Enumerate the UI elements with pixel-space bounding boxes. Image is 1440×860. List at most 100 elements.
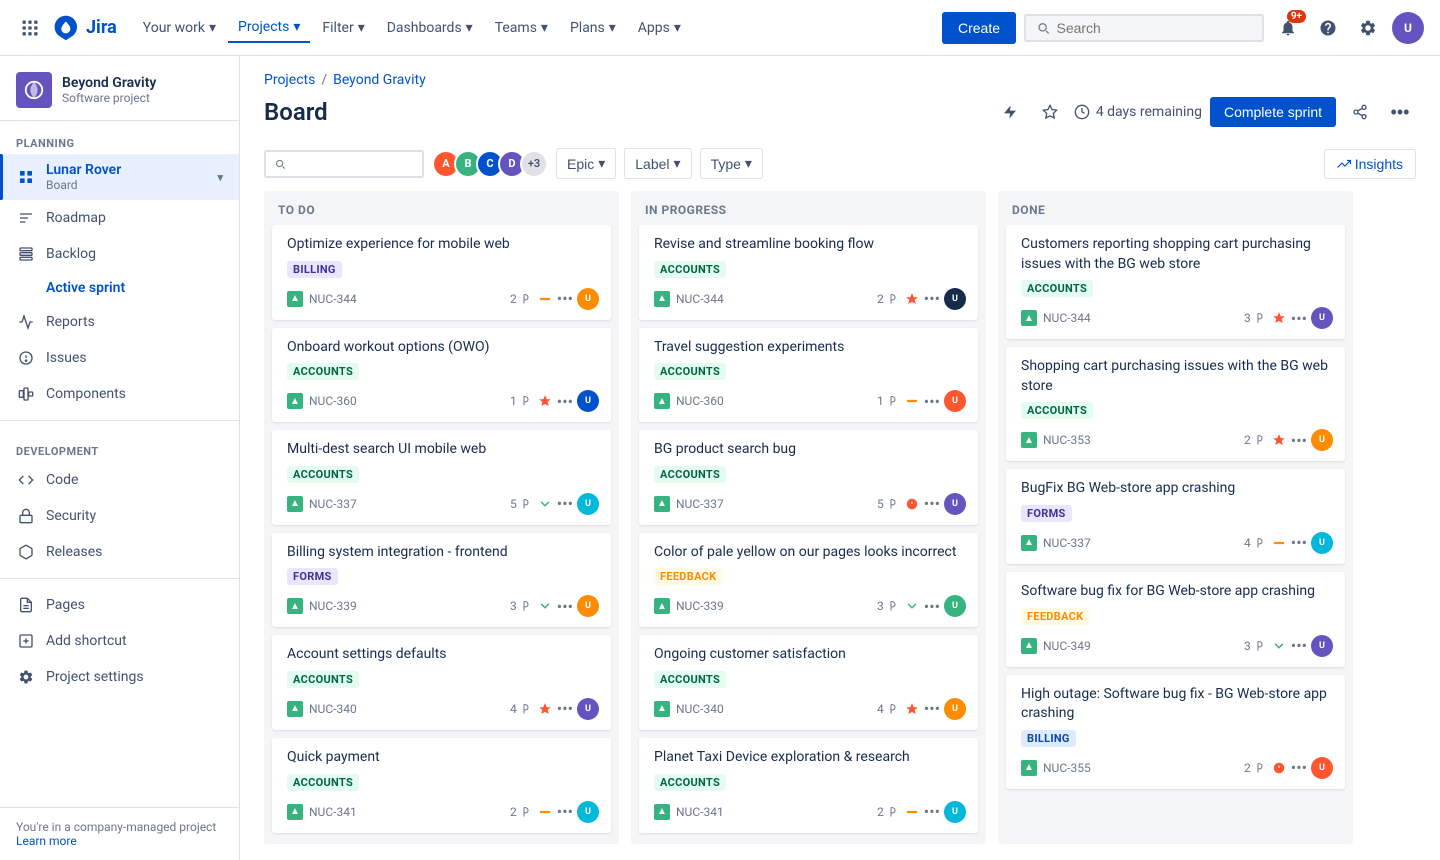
card-avatar: U — [1311, 429, 1333, 451]
sidebar-item-active-sprint[interactable]: Active sprint — [0, 272, 239, 304]
board-card[interactable]: Shopping cart purchasing issues with the… — [1006, 347, 1345, 461]
board-search-input[interactable] — [290, 156, 414, 172]
board-card[interactable]: Quick payment ACCOUNTS ▲ NUC-341 2 ••• U — [272, 738, 611, 833]
sidebar-item-reports[interactable]: Reports — [0, 304, 239, 340]
card-meta: 4 ••• U — [510, 698, 599, 720]
card-more-options[interactable]: ••• — [924, 597, 940, 616]
card-title: Customers reporting shopping cart purcha… — [1021, 235, 1333, 274]
board-card[interactable]: Travel suggestion experiments ACCOUNTS ▲… — [639, 328, 978, 423]
notification-count: 9+ — [1287, 10, 1306, 23]
card-more-options[interactable]: ••• — [557, 494, 573, 513]
sidebar-project[interactable]: Beyond Gravity Software project — [0, 56, 239, 121]
create-button[interactable]: Create — [942, 12, 1016, 44]
help-button[interactable] — [1312, 12, 1344, 44]
sidebar-item-add-shortcut[interactable]: Add shortcut — [0, 623, 239, 659]
nav-your-work[interactable]: Your work ▾ — [133, 14, 226, 42]
avatar-more[interactable]: +3 — [520, 150, 548, 178]
type-filter[interactable]: Type ▾ — [700, 148, 763, 179]
sidebar-item-lunar-rover[interactable]: Lunar Rover Board ▾ — [0, 154, 239, 200]
card-footer: ▲ NUC-353 2 ••• U — [1021, 429, 1333, 451]
column-header-inprogress: IN PROGRESS — [631, 191, 986, 225]
card-more-options[interactable]: ••• — [924, 699, 940, 718]
board-card[interactable]: Customers reporting shopping cart purcha… — [1006, 225, 1345, 339]
sidebar-item-components[interactable]: Components — [0, 376, 239, 412]
share-button[interactable] — [1344, 96, 1376, 128]
board-card[interactable]: Optimize experience for mobile web BILLI… — [272, 225, 611, 320]
board-card[interactable]: BugFix BG Web-store app crashing FORMS ▲… — [1006, 469, 1345, 564]
card-more-options[interactable]: ••• — [924, 494, 940, 513]
insights-button[interactable]: Insights — [1324, 149, 1416, 179]
board-card[interactable]: Billing system integration - frontend FO… — [272, 533, 611, 628]
board-search[interactable] — [264, 150, 424, 178]
learn-more-link[interactable]: Learn more — [16, 834, 77, 848]
card-more-options[interactable]: ••• — [924, 392, 940, 411]
board-card[interactable]: Color of pale yellow on our pages looks … — [639, 533, 978, 628]
card-more-options[interactable]: ••• — [1291, 533, 1307, 552]
branch-icon — [888, 395, 900, 407]
card-more-options[interactable]: ••• — [924, 802, 940, 821]
card-more-options[interactable]: ••• — [1291, 431, 1307, 450]
nav-filter[interactable]: Filter ▾ — [312, 14, 374, 42]
grid-icon[interactable] — [16, 14, 44, 42]
breadcrumb-beyond-gravity-link[interactable]: Beyond Gravity — [333, 72, 426, 88]
lightning-button[interactable] — [994, 96, 1026, 128]
card-more-options[interactable]: ••• — [924, 289, 940, 308]
card-meta: 2 ••• U — [877, 288, 966, 310]
board-card[interactable]: Multi-dest search UI mobile web ACCOUNTS… — [272, 430, 611, 525]
nav-apps[interactable]: Apps ▾ — [628, 14, 691, 42]
more-options-button[interactable]: ••• — [1384, 96, 1416, 128]
board-card[interactable]: Ongoing customer satisfaction ACCOUNTS ▲… — [639, 635, 978, 730]
board-card[interactable]: Software bug fix for BG Web-store app cr… — [1006, 572, 1345, 667]
search-box[interactable] — [1024, 14, 1264, 42]
card-more-options[interactable]: ••• — [1291, 309, 1307, 328]
sidebar-item-project-settings[interactable]: Project settings — [0, 659, 239, 695]
card-more-options[interactable]: ••• — [557, 392, 573, 411]
epic-filter[interactable]: Epic ▾ — [556, 148, 616, 179]
sidebar-item-code[interactable]: Code — [0, 462, 239, 498]
breadcrumb-projects-link[interactable]: Projects — [264, 72, 315, 88]
sidebar-item-roadmap[interactable]: Roadmap — [0, 200, 239, 236]
board-card[interactable]: Onboard workout options (OWO) ACCOUNTS ▲… — [272, 328, 611, 423]
nav-dashboards[interactable]: Dashboards ▾ — [377, 14, 483, 42]
card-more-options[interactable]: ••• — [1291, 636, 1307, 655]
card-more-options[interactable]: ••• — [557, 289, 573, 308]
issue-id: NUC-337 — [676, 497, 871, 511]
board-card[interactable]: High outage: Software bug fix - BG Web-s… — [1006, 675, 1345, 789]
nav-teams[interactable]: Teams ▾ — [485, 14, 558, 42]
code-icon — [16, 470, 36, 490]
nav-projects[interactable]: Projects ▾ — [228, 13, 310, 43]
issue-icon: ▲ — [1021, 638, 1037, 654]
complete-sprint-button[interactable]: Complete sprint — [1210, 97, 1336, 127]
issue-id: NUC-339 — [309, 599, 504, 613]
search-input[interactable] — [1056, 20, 1252, 36]
board-card[interactable]: BG product search bug ACCOUNTS ▲ NUC-337… — [639, 430, 978, 525]
branch-icon — [1255, 640, 1267, 652]
card-more-options[interactable]: ••• — [557, 597, 573, 616]
label-filter[interactable]: Label ▾ — [624, 148, 691, 179]
sidebar-item-issues[interactable]: Issues — [0, 340, 239, 376]
card-footer: ▲ NUC-337 5 ••• U — [287, 493, 599, 515]
board-card[interactable]: Planet Taxi Device exploration & researc… — [639, 738, 978, 833]
card-more-options[interactable]: ••• — [1291, 758, 1307, 777]
logo[interactable]: Jira — [52, 14, 117, 42]
card-more-options[interactable]: ••• — [557, 802, 573, 821]
board-card[interactable]: Account settings defaults ACCOUNTS ▲ NUC… — [272, 635, 611, 730]
card-footer: ▲ NUC-340 4 ••• U — [287, 698, 599, 720]
star-button[interactable] — [1034, 96, 1066, 128]
sidebar-item-security[interactable]: Security — [0, 498, 239, 534]
board-card[interactable]: Revise and streamline booking flow ACCOU… — [639, 225, 978, 320]
planning-section-label: PLANNING — [0, 121, 239, 154]
card-title: Quick payment — [287, 748, 599, 768]
card-more-options[interactable]: ••• — [557, 699, 573, 718]
sidebar-item-pages[interactable]: Pages — [0, 587, 239, 623]
sidebar-item-backlog[interactable]: Backlog — [0, 236, 239, 272]
notifications-button[interactable]: 9+ — [1272, 12, 1304, 44]
sidebar-item-releases[interactable]: Releases — [0, 534, 239, 570]
issue-icon: ▲ — [287, 496, 303, 512]
card-title: Account settings defaults — [287, 645, 599, 665]
nav-plans[interactable]: Plans ▾ — [560, 14, 626, 42]
backlog-icon — [16, 244, 36, 264]
settings-button[interactable] — [1352, 12, 1384, 44]
user-avatar[interactable]: U — [1392, 12, 1424, 44]
card-avatar: U — [577, 698, 599, 720]
